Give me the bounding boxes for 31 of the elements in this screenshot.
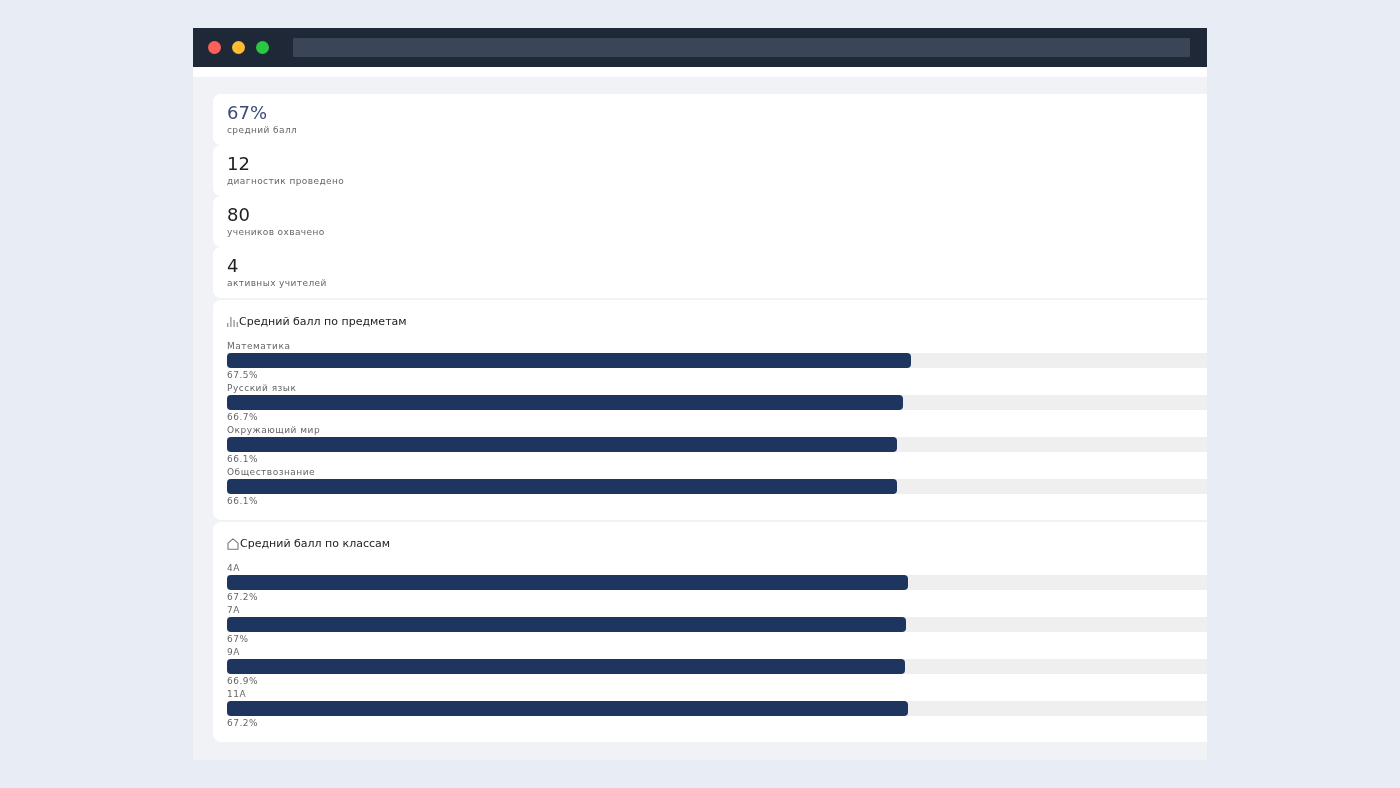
panel-title: Средний балл по предметам bbox=[239, 314, 407, 330]
stat-value: 12 bbox=[227, 153, 251, 175]
bar-value: 67.5% bbox=[227, 370, 260, 381]
bar-value: 67% bbox=[227, 634, 250, 645]
bar-label: Окружающий мир bbox=[227, 425, 322, 436]
stat-label: диагностик проведено bbox=[227, 175, 346, 187]
stat-value: 80 bbox=[227, 204, 251, 226]
house-icon bbox=[227, 538, 239, 550]
bar-value: 66.1% bbox=[227, 454, 260, 465]
stat-label: учеников охвачено bbox=[227, 226, 326, 238]
stat-value: 67% bbox=[227, 102, 268, 124]
bar-value: 66.9% bbox=[227, 676, 260, 687]
stat-label: средний балл bbox=[227, 124, 299, 136]
minimize-icon[interactable] bbox=[232, 41, 245, 54]
close-icon[interactable] bbox=[208, 41, 221, 54]
bar-value: 66.7% bbox=[227, 412, 260, 423]
bar-label: 7А bbox=[227, 605, 241, 616]
bar-label: 4А bbox=[227, 563, 241, 574]
stat-value: 4 bbox=[227, 255, 240, 277]
bar-label: Математика bbox=[227, 341, 292, 352]
bar-label: 9А bbox=[227, 647, 241, 658]
bar-label: Обществознание bbox=[227, 467, 317, 478]
stat-label: активных учителей bbox=[227, 277, 328, 289]
bar-label: Русский язык bbox=[227, 383, 298, 394]
bar-label: 11А bbox=[227, 689, 248, 700]
bar-value: 66.1% bbox=[227, 496, 260, 507]
panel-title: Средний балл по классам bbox=[240, 536, 391, 552]
maximize-icon[interactable] bbox=[256, 41, 269, 54]
bar-value: 67.2% bbox=[227, 718, 260, 729]
bar-value: 67.2% bbox=[227, 592, 260, 603]
bar-chart-icon bbox=[227, 317, 238, 327]
